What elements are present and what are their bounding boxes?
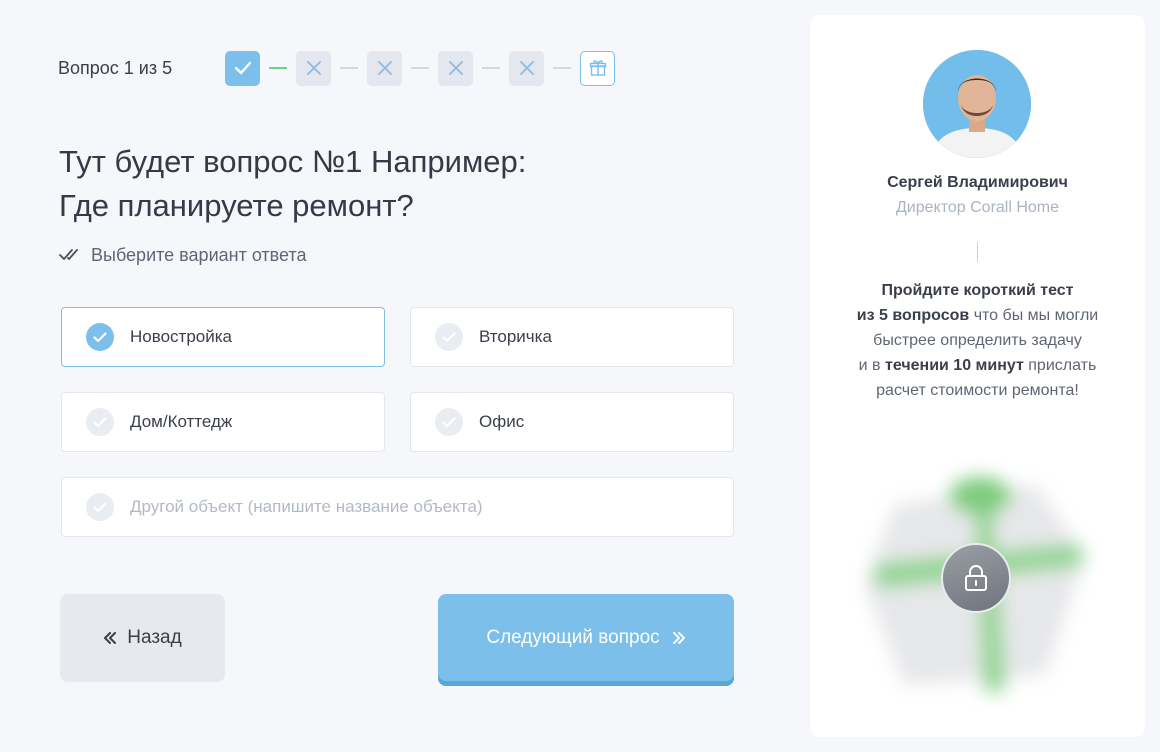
back-button-label: Назад — [127, 627, 182, 648]
step-5 — [509, 50, 544, 86]
divider — [977, 242, 978, 262]
manager-name: Сергей Владимирович — [887, 174, 1068, 191]
locked-gift — [855, 465, 1095, 695]
option-check — [435, 408, 463, 436]
promo-text-1: что бы мы могли — [969, 307, 1099, 324]
option-dom-kottedzh[interactable]: Дом/Коттедж — [61, 392, 385, 452]
step-connector — [411, 67, 429, 69]
promo-text-5: расчет стоимости ремонта! — [876, 382, 1079, 399]
next-button-label: Следующий вопрос — [486, 627, 660, 648]
next-question-button[interactable]: Следующий вопрос — [438, 594, 734, 686]
option-novostroyka[interactable]: Новостройка — [61, 307, 385, 367]
cross-icon — [519, 61, 534, 75]
other-object-placeholder: Другой объект (напишите название объекта… — [130, 497, 483, 516]
manager-panel: Сергей Владимирович Директор Corall Home… — [810, 15, 1145, 737]
promo-bold-3: течении 10 минут — [885, 357, 1024, 374]
lock-badge — [941, 543, 1011, 613]
option-vtorichka[interactable]: Вторичка — [410, 307, 734, 367]
option-check — [435, 323, 463, 351]
double-chevron-right-icon — [672, 632, 685, 644]
progress-steps — [225, 50, 615, 86]
other-object-input[interactable]: Другой объект (напишите название объекта… — [61, 477, 734, 537]
step-connector — [482, 67, 500, 69]
back-button[interactable]: Назад — [60, 594, 225, 682]
lock-icon — [965, 565, 987, 591]
option-label: Офис — [479, 412, 525, 431]
option-check — [86, 408, 114, 436]
promo-bold-1: Пройдите короткий тест — [881, 282, 1074, 299]
step-2 — [296, 50, 331, 86]
step-connector — [340, 67, 358, 69]
promo-text-3: и в — [858, 357, 885, 374]
check-icon — [234, 61, 251, 75]
option-check — [86, 493, 114, 521]
step-1-done — [225, 50, 260, 86]
option-label: Новостройка — [130, 327, 232, 346]
answer-hint: Выберите вариант ответа — [59, 242, 307, 268]
question-title: Тут будет вопрос №1 Например: Где планир… — [59, 140, 719, 228]
check-icon — [442, 331, 456, 342]
option-ofis[interactable]: Офис — [410, 392, 734, 452]
avatar — [923, 50, 1031, 158]
promo-text: Пройдите короткий тест из 5 вопросов что… — [830, 278, 1125, 403]
double-chevron-left-icon — [104, 632, 117, 644]
progress-bar: Вопрос 1 из 5 — [58, 50, 615, 86]
question-line-1: Тут будет вопрос №1 Например: — [59, 144, 527, 179]
cross-icon — [448, 61, 463, 75]
hint-text: Выберите вариант ответа — [91, 244, 307, 265]
step-connector — [269, 67, 287, 69]
progress-label: Вопрос 1 из 5 — [58, 57, 173, 78]
step-3 — [367, 50, 402, 86]
promo-text-4: прислать — [1023, 357, 1097, 374]
promo-bold-2: из 5 вопросов — [856, 307, 970, 324]
option-check — [86, 323, 114, 351]
promo-text-2: быстрее определить задачу — [873, 332, 1082, 349]
cross-icon — [377, 61, 392, 75]
avatar-photo — [923, 50, 1031, 158]
option-label: Вторичка — [479, 327, 552, 346]
check-icon — [442, 416, 456, 427]
quiz-area: Вопрос 1 из 5 Тут будет вопрос №1 Наприм… — [0, 0, 800, 752]
cross-icon — [306, 61, 321, 75]
step-connector — [553, 67, 571, 69]
manager-role: Директор Corall Home — [895, 199, 1060, 216]
option-label: Дом/Коттедж — [130, 412, 233, 431]
gift-icon — [589, 60, 606, 76]
step-gift — [580, 50, 615, 86]
check-icon — [93, 501, 107, 512]
double-check-icon — [59, 249, 78, 260]
step-4 — [438, 50, 473, 86]
check-icon — [93, 416, 107, 427]
check-icon — [93, 331, 107, 342]
question-line-2: Где планируете ремонт? — [59, 188, 414, 223]
